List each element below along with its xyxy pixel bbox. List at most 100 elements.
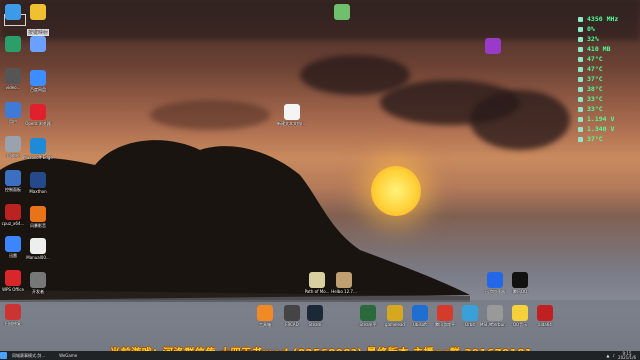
desktop-shortcut[interactable] — [478, 38, 508, 55]
sensor-icon — [578, 136, 583, 142]
tencent-games-icon — [437, 305, 453, 321]
shortcut-label: 腾讯QQ — [512, 289, 528, 294]
hud-row: 1.194 V — [578, 114, 636, 124]
hud-value: 33°C — [587, 95, 603, 103]
steam2-icon — [360, 305, 376, 321]
desktop-shortcut[interactable] — [23, 36, 53, 53]
desktop-shortcut[interactable]: 风暴影音 — [23, 206, 53, 228]
desktop-shortcut[interactable]: Steam — [300, 305, 330, 327]
desktop-shortcut[interactable] — [327, 4, 357, 21]
control-panel-icon — [5, 170, 21, 186]
hud-value: 47°C — [587, 55, 603, 63]
hud-row: 32% — [578, 34, 636, 44]
volume-icon[interactable]: ♪ — [612, 353, 615, 358]
steam-icon — [307, 305, 323, 321]
hud-value: 1.194 V — [587, 115, 615, 123]
sensor-icon — [578, 86, 583, 92]
desktop-shortcut[interactable]: 腾讯QQ — [505, 272, 535, 294]
booster-icon — [487, 272, 503, 288]
hud-value: 38°C — [587, 85, 603, 93]
desktop-shortcut[interactable]: Path of Mo... — [302, 272, 332, 294]
hud-row: 33°C — [578, 94, 636, 104]
hud-value: 1.340 V — [587, 125, 615, 133]
shortcut-label: Manual00... — [26, 255, 50, 260]
hud-value: 410 MB — [587, 45, 611, 53]
desktop-shortcut[interactable] — [23, 4, 53, 21]
wps-icon — [5, 270, 21, 286]
uplay-icon — [412, 305, 428, 321]
hud-value: 37°C — [587, 135, 603, 143]
hardware-monitor-overlay: 4350 MHz 0% 32% 410 MB 47°C 47°C 37°C 38°C 33°C 3… — [578, 14, 636, 144]
clock[interactable]: 9:15 2021/1/6 — [618, 351, 636, 360]
sensor-icon — [578, 66, 583, 72]
app-icon — [30, 36, 46, 52]
document-icon — [30, 238, 46, 254]
afterburner-icon — [487, 305, 503, 321]
hud-row: 1.340 V — [578, 124, 636, 134]
sensor-icon — [578, 76, 583, 82]
shortcut-label: 开发者 — [32, 289, 44, 294]
desktop-shortcut[interactable]: Microsoft Edge — [23, 138, 53, 160]
desktop-shortcut[interactable]: Helbo 12.7... — [329, 272, 359, 294]
dev-icon — [30, 272, 46, 288]
shortcut-label: Opera 浏览器 — [25, 121, 51, 126]
hud-row: 37°C — [578, 74, 636, 84]
desktop-shortcut[interactable]: Maxthon — [23, 172, 53, 194]
maxthon-icon — [30, 172, 46, 188]
computer-icon — [5, 4, 21, 20]
opera-icon — [30, 104, 46, 120]
user-folder-icon — [5, 102, 21, 118]
sensor-icon — [578, 56, 583, 62]
desktop-shortcut[interactable]: Manual00... — [23, 238, 53, 260]
overlay-label: 按键映射 — [27, 29, 50, 36]
shortcut-label: Steam平 — [359, 322, 377, 327]
qq-icon — [512, 272, 528, 288]
desktop-shortcut[interactable]: 工具箱 — [250, 305, 280, 327]
text-file-icon — [284, 104, 300, 120]
shortcut-label: aida64 — [538, 322, 552, 327]
sensor-icon — [578, 26, 583, 32]
hud-row: 410 MB — [578, 44, 636, 54]
orbit-icon — [462, 305, 478, 321]
hud-row: 4350 MHz — [578, 14, 636, 24]
globe-icon — [309, 272, 325, 288]
hud-value: 0% — [587, 25, 595, 33]
desktop-shortcut[interactable]: aida64 — [530, 305, 560, 327]
shortcut-label: Path of Mo... — [304, 289, 330, 294]
shortcut-label: 百度网盘 — [30, 87, 46, 92]
start-button[interactable] — [0, 352, 7, 359]
taskbar-item[interactable]: WeGame — [57, 352, 79, 359]
desktop-shortcut[interactable]: 百度网盘 — [23, 70, 53, 92]
desktop-shortcut[interactable]: 新建文本文档(2).txt — [277, 104, 307, 126]
qq-music-icon — [512, 305, 528, 321]
sensor-icon — [578, 96, 583, 102]
network-icon[interactable]: ▲ — [606, 353, 609, 358]
sensor-icon — [578, 36, 583, 42]
hud-value: 47°C — [587, 65, 603, 73]
file-icon — [334, 4, 350, 20]
sensor-icon — [578, 46, 583, 52]
taskbar: 同城赛事模式.剑... WeGame — [0, 351, 640, 360]
shortcut-label: 风暴影音 — [30, 223, 46, 228]
sensor-icon — [578, 126, 583, 132]
hud-value: 37°C — [587, 75, 603, 83]
hud-row: 0% — [578, 24, 636, 34]
sensor-icon — [578, 106, 583, 112]
shortcut-label: 扫描修复 — [5, 321, 21, 326]
clock-date: 2021/1/6 — [618, 354, 636, 360]
desktop-shortcut[interactable]: 扫描修复 — [0, 304, 28, 326]
folder-icon — [30, 4, 46, 20]
hud-value: 4350 MHz — [587, 15, 619, 23]
gear-app-icon — [336, 272, 352, 288]
desktop-shortcut[interactable]: Opera 浏览器 — [23, 104, 53, 126]
hud-row: 38°C — [578, 84, 636, 94]
recorder-icon — [5, 36, 21, 52]
desktop-shortcut[interactable]: Steam平 — [353, 305, 383, 327]
sensor-icon — [578, 116, 583, 122]
desktop-shortcut[interactable]: 开发者 — [23, 272, 53, 294]
recycle-bin-icon — [5, 136, 21, 152]
taskbar-item[interactable]: 同城赛事模式.剑... — [10, 352, 47, 359]
hud-row: 33°C — [578, 104, 636, 114]
winrar-icon — [485, 38, 501, 54]
video-icon — [5, 68, 21, 84]
